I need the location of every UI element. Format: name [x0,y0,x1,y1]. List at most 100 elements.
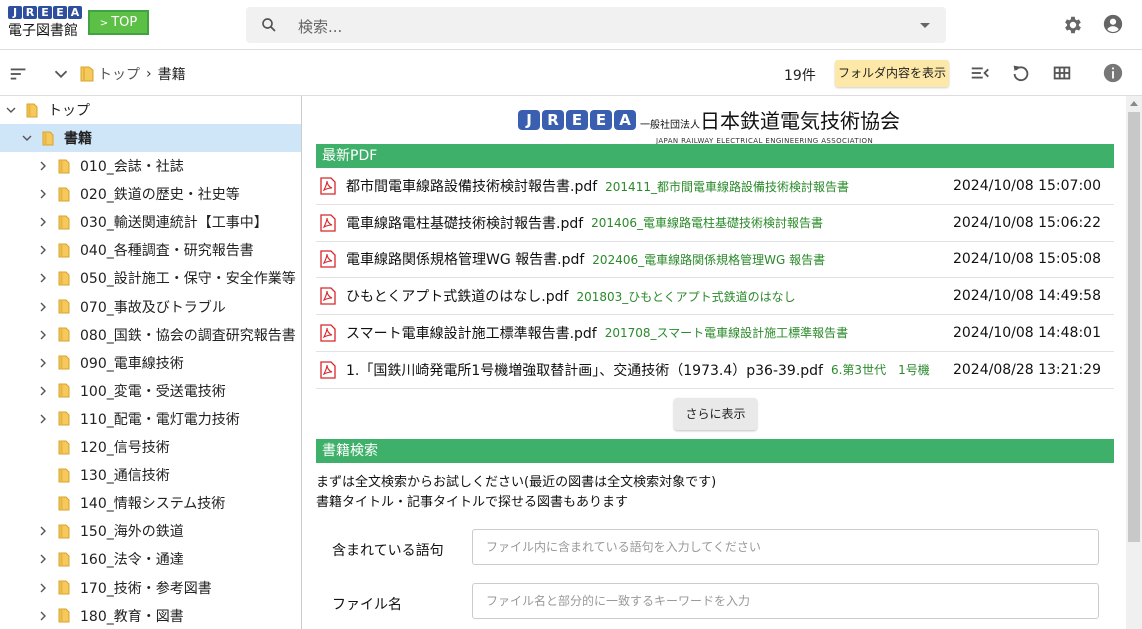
folder-icon [58,608,70,623]
tree-item-root[interactable]: トップ [0,96,301,124]
tree-item[interactable]: 020_鉄道の歴史・社史等 [0,180,301,208]
chevron-right-icon[interactable] [38,554,48,564]
chevron-down-icon[interactable] [22,133,32,143]
folder-icon [80,66,94,82]
pdf-file-name[interactable]: スマート電車線設計施工標準報告書.pdf [346,323,597,343]
pdf-folder-link[interactable]: 201708_スマート電車線設計施工標準報告書 [605,324,848,341]
scroll-up-arrow-icon[interactable] [1130,101,1138,106]
pdf-folder-link[interactable]: 201411_都市間電車線路設備技術検討報告書 [605,178,849,195]
pdf-list-item[interactable]: スマート電車線設計施工標準報告書.pdf 201708_スマート電車線設計施工標準… [316,315,1114,352]
tree-item[interactable]: 080_国鉄・協会の調査研究報告書 [0,321,301,349]
logo-letter: J [518,110,540,130]
folder-tree: トップ 書籍 010_会誌・社誌 020_鉄道の歴史・社史等 030_輸送関連統計【… [0,96,302,629]
tree-item-label: 100_変電・受送電技術 [80,383,226,400]
logo-subtitle: 電子図書館 [8,23,78,39]
tree-item[interactable]: 140_情報システム技術 [0,489,301,517]
show-more-button[interactable]: さらに表示 [674,398,757,430]
pdf-file-icon [320,177,336,195]
folder-icon [58,580,70,595]
filename-field-label: ファイル名 [332,597,402,613]
sort-icon[interactable] [8,63,30,85]
pdf-file-name[interactable]: ひもとくアプト式鉄道のはなし.pdf [346,286,568,306]
tree-item[interactable]: 050_設計施工・保守・安全作業等 [0,264,301,292]
chevron-right-icon[interactable] [38,245,48,255]
pdf-file-name[interactable]: 都市間電車線路設備技術検討報告書.pdf [346,176,597,196]
folder-icon [58,440,70,454]
chevron-down-icon[interactable] [50,63,72,85]
search-description-1: まずは全文検索からお試しください(最近の図書は全文検索対象です) [316,475,717,490]
breadcrumb-root[interactable]: トップ [98,64,140,84]
tree-item[interactable]: 040_各種調査・研究報告書 [0,236,301,264]
tree-item[interactable]: 010_会誌・社誌 [0,152,301,180]
tree-item[interactable]: 180_教育・図書 [0,602,301,629]
pdf-folder-link[interactable]: 6.第3世代 1号機 [831,361,930,378]
chevron-right-icon[interactable] [38,330,48,340]
folder-icon [58,411,70,426]
top-header: JREEA 電子図書館 > TOP 検索... [0,0,1142,50]
gear-icon[interactable] [1062,14,1084,36]
dropdown-caret-icon[interactable] [920,23,930,28]
folder-icon [26,103,38,117]
grid-view-icon[interactable] [1051,62,1073,84]
breadcrumb-current: 書籍 [157,67,186,83]
tree-item[interactable]: 090_電車線技術 [0,349,301,377]
pdf-list-item[interactable]: 1.「国鉄川崎発電所1号機増強取替計画」、交通技術（1973.4）p36-39.… [316,352,1114,389]
pdf-file-icon [320,360,336,379]
chevron-right-icon[interactable] [38,611,48,621]
breadcrumb-separator-icon: › [146,66,152,82]
account-icon[interactable] [1102,13,1124,35]
pdf-list-item[interactable]: 電車線路関係規格管理WG 報告書.pdf 202406_電車線路関係規格管理WG … [316,241,1114,279]
tree-item[interactable]: 150_海外の鉄道 [0,517,301,545]
pdf-list-item[interactable]: ひもとくアプト式鉄道のはなし.pdf 201803_ひもとくアプト式鉄道のはなし 2… [316,278,1114,316]
tree-item[interactable]: 030_輸送関連統計【工事中】 [0,208,301,236]
tree-item[interactable]: 120_信号技術 [0,433,301,461]
collapse-list-icon[interactable] [969,62,991,84]
tree-item[interactable]: 170_技術・参考図書 [0,574,301,602]
refresh-icon[interactable] [1010,62,1032,84]
filename-search-input[interactable] [472,583,1099,619]
search-input[interactable]: 検索... [298,16,342,37]
search-box[interactable]: 検索... [246,7,946,43]
pdf-file-name[interactable]: 1.「国鉄川崎発電所1号機増強取替計画」、交通技術（1973.4）p36-39.… [346,360,823,380]
chevron-right-icon[interactable] [38,189,48,199]
phrase-search-input[interactable] [472,529,1099,565]
chevron-right-icon[interactable] [38,273,48,283]
top-button[interactable]: > TOP [88,10,149,35]
pdf-file-name[interactable]: 電車線路関係規格管理WG 報告書.pdf [346,249,584,269]
pdf-folder-link[interactable]: 201803_ひもとくアプト式鉄道のはなし [576,288,795,305]
breadcrumb-toolbar: トップ › 書籍 19件 フォルダ内容を表示 [0,51,1142,96]
tree-item[interactable]: 160_法令・通達 [0,545,301,573]
pdf-list-item[interactable]: 電車線路電柱基礎技術検討報告書.pdf 201406_電車線路電柱基礎技術検討報告… [316,205,1114,242]
chevron-right-icon[interactable] [38,526,48,536]
show-folder-contents-button[interactable]: フォルダ内容を表示 [835,60,949,87]
chevron-right-icon[interactable] [38,386,48,396]
vertical-scrollbar[interactable] [1126,96,1142,629]
tree-item-books[interactable]: 書籍 [0,124,301,152]
chevron-right-icon[interactable] [38,358,48,368]
item-count: 19件 [784,68,816,84]
folder-icon [58,468,70,483]
pdf-folder-link[interactable]: 201406_電車線路電柱基礎技術検討報告書 [591,214,823,231]
chevron-right-icon[interactable] [38,161,48,171]
tree-item[interactable]: 070_事故及びトラブル [0,293,301,321]
chevron-right-icon[interactable] [38,583,48,593]
app-logo[interactable]: JREEA 電子図書館 [8,6,86,40]
scrollbar-thumb[interactable] [1128,112,1140,542]
pdf-list-item[interactable]: 都市間電車線路設備技術検討報告書.pdf 201411_都市間電車線路設備技術検討… [316,168,1114,205]
tree-item-label: 180_教育・図書 [80,608,184,625]
tree-item-label: 160_法令・通達 [80,552,184,569]
chevron-down-icon[interactable] [6,105,16,115]
pdf-file-name[interactable]: 電車線路電柱基礎技術検討報告書.pdf [346,213,583,233]
chevron-right-icon[interactable] [38,217,48,227]
pdf-file-icon [320,250,336,269]
tree-item-label: 170_技術・参考図書 [80,580,212,597]
chevron-right-icon[interactable] [38,302,48,312]
pdf-folder-link[interactable]: 202406_電車線路関係規格管理WG 報告書 [592,251,825,268]
chevron-right-icon[interactable] [38,414,48,424]
tree-item[interactable]: 110_配電・電灯電力技術 [0,405,301,433]
tree-item[interactable]: 130_通信技術 [0,461,301,489]
info-icon[interactable] [1102,62,1124,84]
folder-icon [58,299,70,314]
breadcrumb: トップ › 書籍 [80,64,186,84]
tree-item[interactable]: 100_変電・受送電技術 [0,377,301,405]
